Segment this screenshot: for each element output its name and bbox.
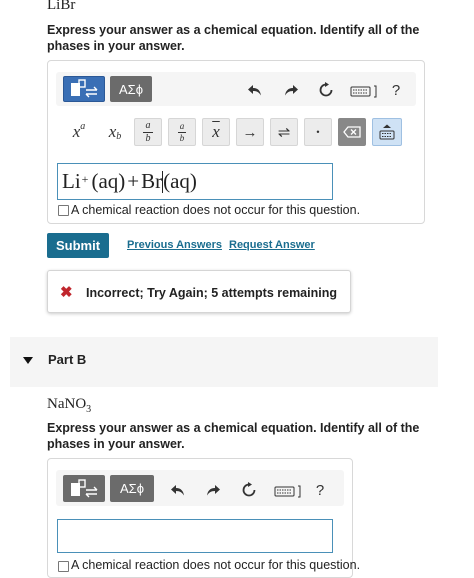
keyboard-icon	[350, 85, 377, 98]
compound-nano3: NaNO3	[47, 396, 91, 415]
fraction-denominator: b	[145, 132, 151, 144]
greek-symbols-button[interactable]: ΑΣϕ	[110, 76, 152, 102]
submit-button[interactable]: Submit	[47, 233, 109, 258]
fraction-numerator: a	[145, 119, 151, 131]
part-b-header[interactable]: Part B	[10, 337, 438, 387]
fraction-template-button[interactable]: a b	[134, 118, 162, 146]
reset-button[interactable]	[316, 80, 336, 100]
small-fraction-template-button[interactable]: a b	[168, 118, 196, 146]
reset-button[interactable]	[239, 480, 259, 500]
undo-button[interactable]	[168, 480, 188, 500]
template-exponent: a	[80, 120, 86, 132]
help-button[interactable]: ?	[311, 480, 329, 500]
redo-button[interactable]	[281, 80, 301, 100]
no-reaction-label: A chemical reaction does not occur for t…	[71, 558, 361, 572]
reset-icon	[242, 482, 256, 497]
equation-li: Li	[62, 169, 81, 193]
equation-phase-aq: (aq)	[91, 169, 126, 193]
compound-subscript: 3	[86, 404, 92, 415]
fraction-numerator: a	[179, 120, 185, 131]
template-subscript: b	[116, 130, 122, 142]
instruction-text: Express your answer as a chemical equati…	[47, 421, 420, 451]
overline-template-button[interactable]: x	[202, 118, 230, 146]
undo-button[interactable]	[245, 80, 265, 100]
fraction-denominator: b	[179, 132, 185, 143]
keyboard-shortcuts-button[interactable]	[349, 82, 379, 100]
no-reaction-checkbox[interactable]	[58, 561, 69, 572]
request-answer-link[interactable]: Request Answer	[229, 239, 315, 251]
previous-answers-link[interactable]: Previous Answers	[127, 239, 222, 251]
equation-plus: +	[127, 169, 140, 193]
equation-phase-aq: (aq)	[163, 169, 197, 193]
feedback-box: ✖ Incorrect; Try Again; 5 attempts remai…	[47, 270, 351, 313]
no-reaction-label: A chemical reaction does not occur for t…	[71, 203, 361, 217]
feedback-text: Incorrect; Try Again; 5 attempts remaini…	[86, 286, 337, 300]
templates-icon	[71, 79, 98, 98]
undo-icon	[171, 485, 184, 496]
redo-icon	[285, 85, 298, 96]
instruction-text: Express your answer as a chemical equati…	[47, 23, 420, 53]
answer-input[interactable]: Li + (aq) + Br (aq)	[57, 163, 333, 200]
templates-toggle-button[interactable]	[63, 76, 105, 102]
greek-symbols-button[interactable]: ΑΣϕ	[110, 475, 154, 502]
virtual-keyboard-button[interactable]	[372, 118, 402, 146]
superscript-template-button[interactable]: xa	[65, 118, 93, 146]
keyboard-toggle-icon	[379, 124, 395, 140]
help-button[interactable]: ?	[387, 80, 405, 100]
compound-base: NaNO	[47, 396, 87, 412]
dot-button[interactable]: •	[304, 118, 332, 146]
subscript-template-button[interactable]: xb	[101, 118, 129, 146]
compound-libr: LiBr	[47, 0, 76, 13]
caret-down-icon	[23, 357, 33, 364]
no-reaction-checkbox[interactable]	[58, 205, 69, 216]
keyboard-shortcuts-button[interactable]	[273, 482, 303, 500]
equation-br: Br	[141, 169, 163, 193]
redo-button[interactable]	[203, 480, 223, 500]
templates-icon	[71, 478, 98, 497]
keyboard-icon	[274, 485, 301, 498]
undo-icon	[248, 85, 261, 96]
template-base: x	[72, 122, 81, 141]
template-base: x	[108, 122, 117, 141]
error-x-icon: ✖	[60, 284, 73, 301]
reset-icon	[319, 82, 333, 97]
redo-icon	[207, 485, 220, 496]
equilibrium-arrow-button[interactable]: ⇌	[270, 118, 298, 146]
reaction-arrow-button[interactable]: →	[236, 118, 264, 146]
templates-toggle-button[interactable]	[63, 475, 105, 502]
answer-input-part-b[interactable]	[57, 519, 333, 553]
backspace-button[interactable]	[338, 118, 366, 146]
template-base: x	[212, 122, 220, 141]
part-b-title: Part B	[48, 352, 87, 367]
backspace-icon	[343, 126, 361, 138]
equation-charge: +	[81, 172, 89, 186]
